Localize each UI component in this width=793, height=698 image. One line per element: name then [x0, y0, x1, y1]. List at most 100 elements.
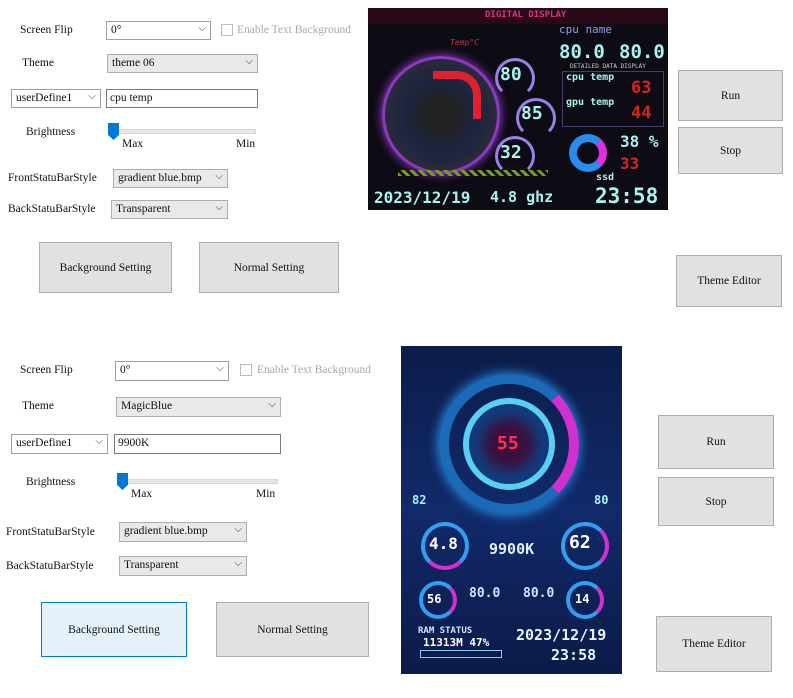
background-setting-button[interactable]: Background Setting [41, 602, 187, 657]
theme-select[interactable]: MagicBlue ⌵ [116, 397, 281, 417]
user-define-select[interactable]: userDefine1 ⌵ [11, 434, 108, 454]
right-small-value: 80 [594, 493, 609, 507]
chevron-down-icon: ⌵ [215, 171, 223, 182]
theme-label: Theme [22, 57, 54, 69]
normal-setting-button[interactable]: Normal Setting [216, 602, 369, 657]
cpu-name-label: cpu name [559, 23, 612, 36]
left-small-value: 82 [412, 493, 427, 507]
theme-editor-button[interactable]: Theme Editor [676, 255, 782, 307]
back-status-bar-select[interactable]: Transparent ⌵ [119, 556, 247, 576]
cpu-temp-label: cpu temp [566, 72, 615, 83]
background-setting-button[interactable]: Background Setting [39, 242, 172, 293]
left-gauge-value: 4.8 [429, 534, 458, 553]
brightness-slider[interactable] [110, 129, 256, 134]
chevron-down-icon: ⌵ [95, 436, 103, 447]
enable-text-bg-checkbox[interactable] [221, 24, 233, 36]
display-preview-portrait: 55 82 80 4.8 62 9900K 56 14 80.0 80.0 RA… [401, 346, 622, 674]
theme-editor-button[interactable]: Theme Editor [656, 616, 772, 672]
normal-setting-button[interactable]: Normal Setting [199, 242, 339, 293]
ssd-percent: 38 % [620, 132, 659, 151]
chevron-down-icon: ⌵ [216, 363, 224, 374]
screen-flip-label: Screen Flip [20, 364, 73, 376]
screen-flip-value: 0° [120, 364, 131, 376]
chevron-down-icon: ⌵ [88, 91, 96, 102]
right-gauge-value: 62 [569, 532, 591, 553]
user-define-input[interactable]: 9900K [114, 434, 281, 454]
ssd-donut [569, 134, 607, 172]
bottom-right-value: 14 [575, 592, 590, 606]
frequency: 4.8 ghz [490, 188, 554, 206]
screen-flip-value: 0° [111, 24, 122, 36]
ssd-value: 33 [620, 154, 640, 173]
user-define-value: userDefine1 [16, 437, 73, 449]
value-1: 80.0 [559, 41, 605, 63]
brightness-label: Brightness [26, 476, 76, 488]
enable-text-bg-label: Enable Text Background [237, 24, 351, 36]
front-status-bar-label: FrontStatuBarStyle [6, 526, 95, 538]
gauge-1-value: 80 [500, 64, 522, 85]
theme-value: theme 06 [112, 57, 155, 69]
center-value: 55 [497, 433, 519, 454]
ram-status-label: RAM STATUS [418, 626, 473, 636]
temp-label: Temp°C [450, 38, 479, 47]
screen-flip-select[interactable]: 0° ⌵ [106, 21, 211, 40]
front-status-bar-select[interactable]: gradient blue.bmp ⌵ [119, 522, 247, 542]
stop-button[interactable]: Stop [678, 127, 783, 174]
gpu-temp-label: gpu temp [566, 97, 615, 108]
chevron-down-icon: ⌵ [215, 202, 223, 213]
value-1: 80.0 [469, 586, 501, 601]
enable-text-bg-label: Enable Text Background [257, 364, 371, 376]
run-button[interactable]: Run [658, 415, 774, 469]
user-define-select[interactable]: userDefine1 ⌵ [11, 89, 101, 108]
brightness-slider[interactable] [119, 479, 278, 484]
date: 2023/12/19 [374, 188, 471, 207]
value-2: 80.0 [619, 41, 665, 63]
brightness-min-label: Min [256, 488, 276, 500]
display-header: DIGITAL DISPLAY [485, 10, 567, 20]
main-gauge [382, 56, 500, 174]
ram-bar [420, 650, 502, 658]
detail-label: DETAILED DATA DISPLAY [570, 63, 646, 70]
back-status-bar-label: BackStatuBarStyle [8, 203, 96, 215]
time: 23:58 [551, 646, 597, 664]
gpu-temp-value: 44 [631, 103, 652, 123]
stop-button[interactable]: Stop [658, 477, 774, 526]
display-preview-landscape: DIGITAL DISPLAY Temp°C 80 85 32 cpu name… [368, 8, 668, 210]
theme-select[interactable]: theme 06 ⌵ [107, 54, 258, 73]
front-status-bar-label: FrontStatuBarStyle [8, 172, 97, 184]
user-define-input[interactable]: cpu temp [106, 89, 258, 108]
chevron-down-icon: ⌵ [234, 524, 242, 535]
screen-flip-select[interactable]: 0° ⌵ [115, 361, 229, 381]
red-arc [433, 71, 481, 119]
front-status-bar-value: gradient blue.bmp [118, 172, 202, 184]
value-2: 80.0 [523, 586, 555, 601]
chevron-down-icon: ⌵ [234, 558, 242, 569]
run-button[interactable]: Run [678, 70, 783, 121]
back-status-bar-value: Transparent [116, 203, 171, 215]
chevron-down-icon: ⌵ [245, 56, 253, 67]
front-status-bar-value: gradient blue.bmp [124, 525, 208, 537]
brightness-min-label: Min [236, 138, 256, 150]
brightness-slider-thumb[interactable] [108, 123, 119, 140]
brightness-max-label: Max [122, 138, 144, 150]
brightness-label: Brightness [26, 126, 76, 138]
bottom-left-value: 56 [427, 592, 442, 606]
time: 23:58 [595, 184, 659, 208]
front-status-bar-select[interactable]: gradient blue.bmp ⌵ [113, 169, 228, 188]
cpu-name: 9900K [489, 540, 535, 558]
gauge-2-value: 85 [521, 103, 543, 124]
chevron-down-icon: ⌵ [198, 23, 206, 34]
theme-label: Theme [22, 400, 54, 412]
chevron-down-icon: ⌵ [268, 399, 276, 410]
date: 2023/12/19 [516, 626, 607, 644]
enable-text-bg-checkbox[interactable] [240, 364, 252, 376]
ssd-label: ssd [596, 172, 615, 183]
theme-value: MagicBlue [121, 400, 173, 412]
brightness-slider-thumb[interactable] [117, 473, 128, 490]
screen-flip-label: Screen Flip [20, 24, 73, 36]
cpu-temp-value: 63 [631, 78, 652, 98]
gauge-3-value: 32 [500, 142, 522, 163]
back-status-bar-value: Transparent [124, 559, 179, 571]
user-define-value: userDefine1 [16, 92, 73, 104]
back-status-bar-select[interactable]: Transparent ⌵ [111, 200, 228, 219]
